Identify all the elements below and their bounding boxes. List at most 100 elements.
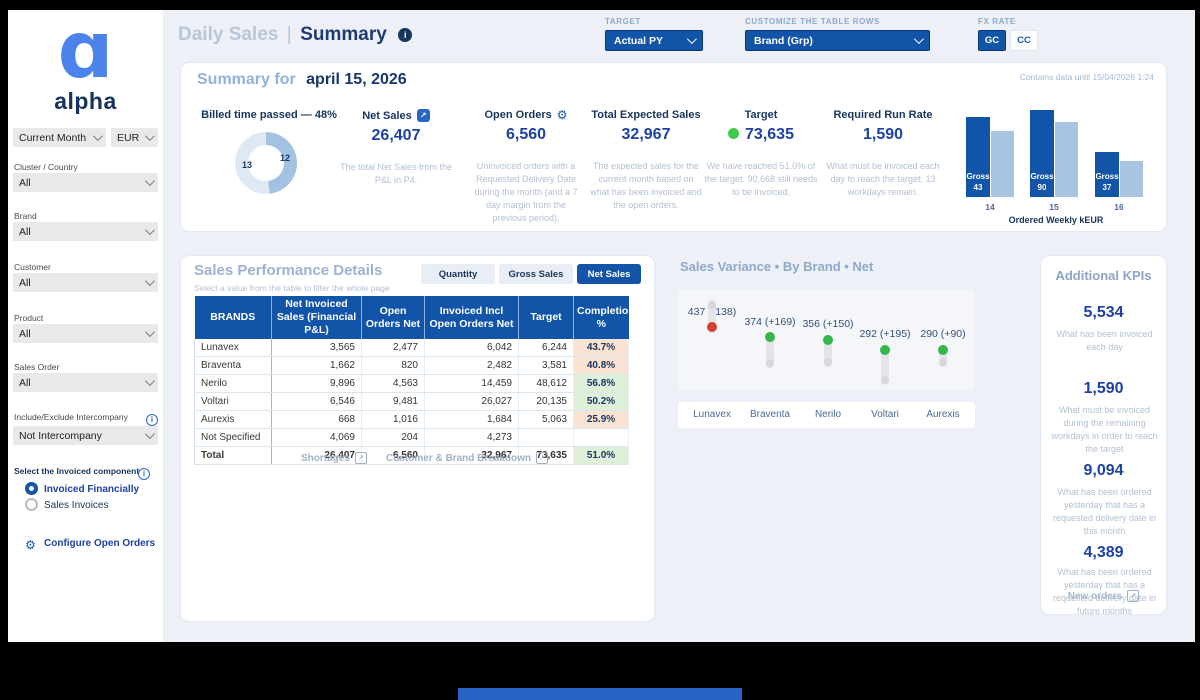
value-cell[interactable]: 26,027: [425, 393, 519, 411]
value-cell[interactable]: 3,565: [272, 339, 362, 357]
variance-dot-braventa[interactable]: [765, 332, 775, 342]
col-header-net-invoiced[interactable]: Net Invoiced Sales (Financial P&L): [272, 296, 362, 339]
value-cell[interactable]: 4,563: [362, 375, 425, 393]
value-cell[interactable]: [519, 429, 574, 447]
external-link-icon: [1127, 590, 1139, 602]
filter-dropdown-customer[interactable]: All: [13, 273, 158, 292]
value-cell[interactable]: 14,459: [425, 375, 519, 393]
variance-dot-voltari[interactable]: [880, 345, 890, 355]
value-cell[interactable]: 9,896: [272, 375, 362, 393]
customize-rows-dropdown[interactable]: Brand (Grp): [745, 30, 930, 51]
period-dropdown[interactable]: Current Month: [13, 128, 106, 147]
col-header-invoiced-incl[interactable]: Invoiced Incl Open Orders Net: [425, 296, 519, 339]
brand-cell[interactable]: Nerilo: [195, 375, 272, 393]
value-cell[interactable]: 20,135: [519, 393, 574, 411]
tab-gross-sales[interactable]: Gross Sales: [499, 264, 573, 284]
value-cell[interactable]: 6,042: [425, 339, 519, 357]
value-cell[interactable]: 1,662: [272, 357, 362, 375]
value-cell[interactable]: 1,684: [425, 411, 519, 429]
summary-card: Summary for april 15, 2026 Contains data…: [180, 62, 1167, 232]
filter-dropdown-sales-order[interactable]: All: [13, 373, 158, 392]
tab-quantity[interactable]: Quantity: [421, 264, 495, 284]
radio-label-sales-invoices[interactable]: Sales Invoices: [44, 500, 108, 511]
brand-cell[interactable]: Braventa: [195, 357, 272, 375]
info-icon[interactable]: [146, 409, 158, 427]
weekly-bar-net-16[interactable]: [1120, 161, 1143, 197]
filter-dropdown-product[interactable]: All: [13, 324, 158, 343]
open-orders-desc: Uninvoiced orders with a Requested Deliv…: [469, 160, 583, 225]
table-row-not-specified[interactable]: Not Specified 4,069 204 4,273: [195, 429, 629, 447]
fx-gc-button[interactable]: GC: [978, 30, 1006, 51]
variance-dot-nerilo[interactable]: [823, 335, 833, 345]
value-cell[interactable]: 820: [362, 357, 425, 375]
completion-cell[interactable]: 50.2%: [574, 393, 629, 411]
brand-cell[interactable]: Aurexis: [195, 411, 272, 429]
fx-cc-button[interactable]: CC: [1010, 30, 1038, 51]
filter-value: All: [19, 177, 31, 189]
brand-cell[interactable]: Voltari: [195, 393, 272, 411]
brand-cell[interactable]: Lunavex: [195, 339, 272, 357]
value-cell[interactable]: 204: [362, 429, 425, 447]
value-cell[interactable]: 668: [272, 411, 362, 429]
customer-brand-breakdown-link[interactable]: Customer & Brand Breakdown: [386, 452, 548, 464]
value-cell[interactable]: 6,546: [272, 393, 362, 411]
completion-cell[interactable]: 56.8%: [574, 375, 629, 393]
completion-cell[interactable]: 25.9%: [574, 411, 629, 429]
currency-dropdown[interactable]: EUR: [111, 128, 158, 147]
filter-label-customer: Customer: [14, 262, 51, 272]
weekly-bar-gross-15[interactable]: Gross90: [1030, 110, 1054, 197]
value-cell[interactable]: 4,069: [272, 429, 362, 447]
value-cell[interactable]: 5,063: [519, 411, 574, 429]
info-icon[interactable]: [398, 28, 412, 42]
summary-title-date: april 15, 2026: [306, 71, 407, 88]
completion-cell[interactable]: [574, 429, 629, 447]
value-cell[interactable]: 2,482: [425, 357, 519, 375]
value-cell[interactable]: 3,581: [519, 357, 574, 375]
value-cell[interactable]: 4,273: [425, 429, 519, 447]
completion-cell[interactable]: 40.8%: [574, 357, 629, 375]
intercompany-dropdown[interactable]: Not Intercompany: [13, 426, 158, 445]
table-row-lunavex[interactable]: Lunavex 3,565 2,477 6,042 6,244 43.7%: [195, 339, 629, 357]
completion-cell[interactable]: 43.7%: [574, 339, 629, 357]
value-cell[interactable]: 1,016: [362, 411, 425, 429]
table-row-braventa[interactable]: Braventa 1,662 820 2,482 3,581 40.8%: [195, 357, 629, 375]
gear-icon[interactable]: [557, 109, 568, 121]
value-cell[interactable]: 6,244: [519, 339, 574, 357]
new-orders-link[interactable]: New orders: [1041, 590, 1166, 602]
weekly-bar-net-15[interactable]: [1055, 122, 1078, 197]
info-icon[interactable]: [138, 463, 150, 481]
value-cell[interactable]: 9,481: [362, 393, 425, 411]
filter-dropdown-brand[interactable]: All: [13, 222, 158, 241]
radio-invoiced-financially[interactable]: [25, 482, 38, 495]
chevron-down-icon: [145, 429, 155, 439]
target-dropdown[interactable]: Actual PY: [605, 30, 703, 51]
value-cell[interactable]: 48,612: [519, 375, 574, 393]
shortages-link[interactable]: Shortages: [301, 452, 367, 464]
col-header-open-orders[interactable]: Open Orders Net: [362, 296, 425, 339]
radio-sales-invoices[interactable]: [25, 498, 38, 511]
weekly-bar-net-14[interactable]: [991, 131, 1014, 197]
expected-sales-kpi: Total Expected Sales 32,967 The expected…: [586, 109, 706, 212]
weekly-bar-gross-14[interactable]: Gross43: [966, 117, 990, 197]
filter-dropdown-cluster[interactable]: All: [13, 173, 158, 192]
variance-dot-lunavex[interactable]: [707, 322, 717, 332]
table-row-aurexis[interactable]: Aurexis 668 1,016 1,684 5,063 25.9%: [195, 411, 629, 429]
col-header-target[interactable]: Target: [519, 296, 574, 339]
page-title-muted[interactable]: Daily Sales: [178, 24, 278, 45]
dashboard-stage: ɑ alpha Current Month EUR Cluster / Coun…: [0, 0, 1200, 700]
weekly-bar-gross-16[interactable]: Gross37: [1095, 152, 1119, 197]
value-cell[interactable]: 2,477: [362, 339, 425, 357]
table-row-nerilo[interactable]: Nerilo 9,896 4,563 14,459 48,612 56.8%: [195, 375, 629, 393]
table-row-voltari[interactable]: Voltari 6,546 9,481 26,027 20,135 50.2%: [195, 393, 629, 411]
col-header-completion[interactable]: Completion %: [574, 296, 629, 339]
radio-label-invoiced-financially[interactable]: Invoiced Financially: [44, 484, 139, 495]
completion-cell[interactable]: 51.0%: [574, 447, 629, 465]
brand-cell[interactable]: Total: [195, 447, 272, 465]
tab-net-sales[interactable]: Net Sales: [577, 264, 641, 284]
variance-dot-aurexis[interactable]: [938, 345, 948, 355]
drill-through-icon[interactable]: [417, 109, 430, 122]
col-header-brands[interactable]: BRANDS: [195, 296, 272, 339]
configure-open-orders-link[interactable]: Configure Open Orders: [44, 538, 155, 549]
variance-brand-aurexis[interactable]: Aurexis: [903, 409, 983, 420]
brand-cell[interactable]: Not Specified: [195, 429, 272, 447]
